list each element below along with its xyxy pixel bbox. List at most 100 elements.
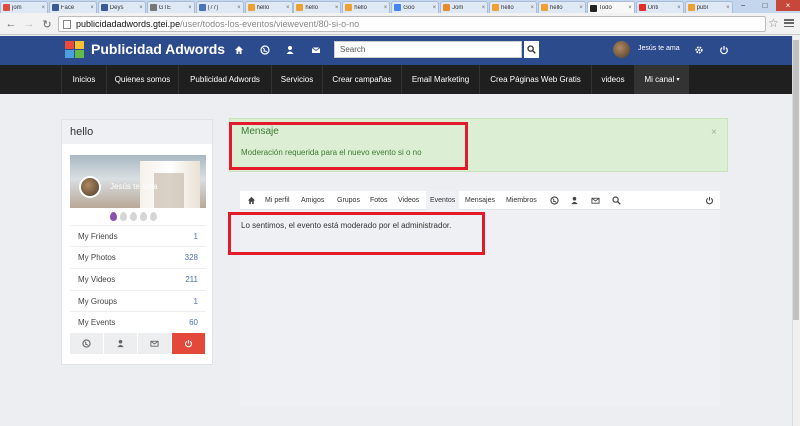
globe-icon[interactable] [70, 333, 104, 354]
tab-close-icon[interactable]: × [482, 5, 486, 11]
reload-icon[interactable]: ↻ [40, 17, 54, 31]
user-icon[interactable] [283, 43, 297, 57]
stat-my-events[interactable]: My Events 60 [70, 311, 206, 332]
browser-tab[interactable]: jom × [0, 1, 48, 13]
search-icon[interactable] [524, 41, 539, 58]
subnav-item-eventos[interactable]: Eventos [426, 191, 460, 210]
maximize-button[interactable]: □ [755, 0, 775, 11]
scrollbar-thumb[interactable] [793, 40, 799, 320]
stat-my-videos[interactable]: My Videos 211 [70, 268, 206, 289]
browser-tab[interactable]: publ × [684, 1, 733, 13]
subnav-item-miembros[interactable]: Miembros [506, 191, 537, 210]
stat-my-photos[interactable]: My Photos 328 [70, 246, 206, 267]
profile-avatar[interactable] [79, 176, 101, 198]
stat-label: My Photos [78, 252, 116, 262]
tab-favicon-icon [100, 4, 108, 11]
drop-icon [120, 212, 127, 221]
user-name[interactable]: Jesús te ama [638, 45, 680, 52]
browser-tab[interactable]: hello × [342, 1, 391, 13]
site-logo-text[interactable]: Publicidad Adwords [91, 41, 225, 57]
close-window-button[interactable]: × [776, 0, 800, 11]
rating-drops [110, 212, 157, 221]
minimize-button[interactable]: − [733, 0, 753, 11]
tab-close-icon[interactable]: × [530, 5, 534, 11]
tab-close-icon[interactable]: × [237, 5, 241, 11]
bookmark-star-icon[interactable]: ☆ [768, 16, 779, 30]
browser-tab[interactable]: Goo × [391, 1, 440, 13]
home-icon[interactable] [244, 191, 258, 210]
tab-favicon-icon [149, 4, 157, 11]
gear-icon[interactable] [692, 43, 706, 57]
mail-icon[interactable] [588, 191, 602, 210]
mail-icon[interactable] [309, 43, 323, 57]
tab-favicon-icon [589, 4, 597, 12]
nav-item-crear-campanas[interactable]: Crear campañas [322, 65, 401, 94]
browser-tab[interactable]: hello × [537, 1, 586, 13]
tab-close-icon[interactable]: × [335, 5, 339, 11]
add-friend-icon[interactable] [104, 333, 138, 354]
browser-tab[interactable]: Unti × [635, 1, 684, 13]
back-arrow-icon[interactable]: ← [4, 17, 18, 31]
nav-item-inicios[interactable]: Inicios [61, 65, 106, 94]
profile-name[interactable]: Jesús te ama [110, 182, 158, 191]
tab-title: hello [501, 4, 514, 11]
tab-close-icon[interactable]: × [433, 5, 437, 11]
stat-my-groups[interactable]: My Groups 1 [70, 290, 206, 311]
tab-close-icon[interactable]: × [90, 5, 94, 11]
subnav-item-amigos[interactable]: Amigos [301, 191, 324, 210]
power-icon[interactable] [717, 43, 731, 57]
browser-tab[interactable]: GTE × [146, 1, 195, 13]
globe-icon[interactable] [547, 191, 561, 210]
nav-item-crea-paginas[interactable]: Crea Páginas Web Gratis [479, 65, 591, 94]
nav-item-servicios[interactable]: Servicios [271, 65, 322, 94]
url-input[interactable]: publicidadadwords.gtei.pe/user/todos-los… [58, 16, 766, 32]
profile-action-bar [70, 333, 206, 354]
browser-tab[interactable]: hello × [244, 1, 293, 13]
forward-arrow-icon[interactable]: → [22, 17, 36, 31]
nav-item-mi-canal[interactable]: Mi canal ▾ [634, 65, 689, 94]
tab-close-icon[interactable]: × [41, 5, 45, 11]
stat-count: 1 [193, 296, 198, 306]
subnav-item-fotos[interactable]: Fotos [370, 191, 388, 210]
browser-tab[interactable]: Deys × [97, 1, 146, 13]
drop-icon [110, 212, 117, 221]
search-icon[interactable] [609, 191, 623, 210]
power-icon[interactable] [702, 191, 716, 210]
tab-close-icon[interactable]: × [286, 5, 290, 11]
subnav-item-mi-perfil[interactable]: Mi perfil [265, 191, 290, 210]
tab-close-icon[interactable]: × [628, 5, 632, 11]
tab-close-icon[interactable]: × [677, 5, 681, 11]
user-avatar[interactable] [613, 41, 630, 58]
tab-title: hello [256, 4, 270, 11]
tab-title: hello [305, 4, 319, 11]
add-friend-icon[interactable] [567, 191, 581, 210]
tab-title: Jom [452, 4, 464, 11]
nav-item-videos[interactable]: videos [591, 65, 634, 94]
mail-icon[interactable] [138, 333, 172, 354]
close-icon[interactable]: × [711, 127, 717, 138]
subnav-item-grupos[interactable]: Grupos [337, 191, 360, 210]
tab-close-icon[interactable]: × [384, 5, 388, 11]
power-icon[interactable] [172, 333, 206, 354]
browser-tab[interactable]: hello × [293, 1, 342, 13]
subnav-item-mensajes[interactable]: Mensajes [465, 191, 495, 210]
globe-icon[interactable] [258, 43, 272, 57]
tab-close-icon[interactable]: × [188, 5, 192, 11]
nav-item-publicidad-adwords[interactable]: Publicidad Adwords [178, 65, 271, 94]
nav-item-quienes-somos[interactable]: Quienes somos [106, 65, 178, 94]
nav-item-email-marketing[interactable]: Email Marketing [401, 65, 479, 94]
browser-tab[interactable]: Face × [48, 1, 97, 13]
tab-close-icon[interactable]: × [139, 5, 143, 11]
tab-close-icon[interactable]: × [726, 5, 730, 11]
logo-icon[interactable] [65, 41, 85, 58]
stat-my-friends[interactable]: My Friends 1 [70, 225, 206, 246]
search-input[interactable]: Search [334, 41, 522, 58]
browser-tab[interactable]: Jom × [440, 1, 489, 13]
browser-tab[interactable]: hello × [489, 1, 537, 13]
tab-close-icon[interactable]: × [579, 5, 583, 11]
profile-card-title: hello [62, 120, 212, 144]
browser-menu-icon[interactable] [784, 17, 794, 29]
subnav-item-videos[interactable]: Videos [398, 191, 419, 210]
home-icon[interactable] [232, 43, 246, 57]
browser-tab[interactable]: (77) × [195, 1, 244, 13]
